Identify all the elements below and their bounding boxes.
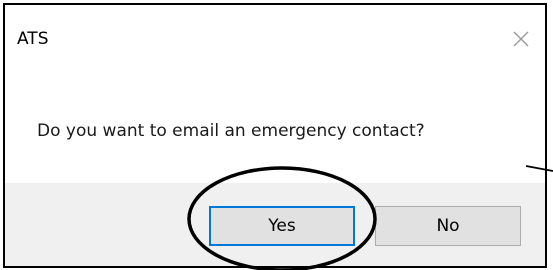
yes-button[interactable]: Yes: [209, 206, 355, 246]
dialog-footer: Yes No: [5, 183, 545, 266]
right-margin: [547, 0, 553, 270]
dialog-title: ATS: [17, 29, 49, 49]
close-button[interactable]: [497, 21, 545, 57]
close-icon: [513, 31, 529, 47]
dialog-message: Do you want to email an emergency contac…: [37, 121, 425, 141]
title-bar: ATS: [5, 5, 545, 77]
message-dialog: ATS Do you want to email an emergency co…: [3, 3, 547, 268]
dialog-body: Do you want to email an emergency contac…: [5, 77, 545, 183]
screenshot-frame: ATS Do you want to email an emergency co…: [0, 0, 553, 270]
no-button[interactable]: No: [375, 206, 521, 246]
